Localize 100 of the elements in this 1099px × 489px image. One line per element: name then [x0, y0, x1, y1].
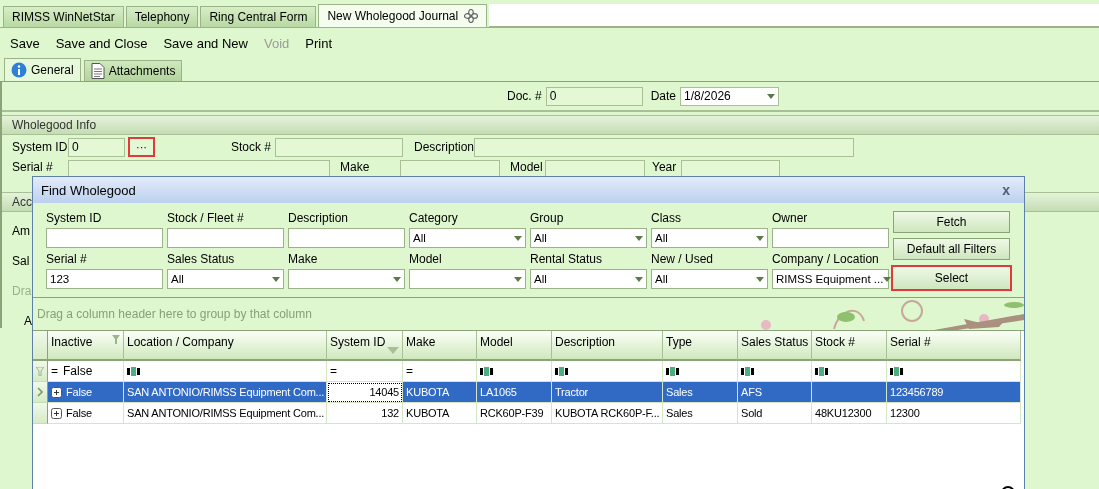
dropdown-caret-icon[interactable] — [635, 276, 643, 282]
expand-icon[interactable] — [51, 407, 62, 419]
filter-dropdown[interactable]: All — [409, 228, 526, 248]
expand-icon[interactable] — [51, 386, 62, 398]
filter-label: Company / Location — [772, 252, 880, 266]
field-label: Sal — [12, 254, 30, 268]
column-header[interactable]: A — [24, 314, 32, 328]
column-header[interactable]: Make — [403, 331, 477, 361]
filter-icon[interactable] — [112, 335, 120, 344]
filter-dropdown[interactable]: All — [651, 228, 768, 248]
stock-field[interactable] — [275, 137, 403, 157]
toolbar-button[interactable]: Save — [10, 33, 40, 54]
field-label: Model — [510, 160, 544, 174]
column-header[interactable]: Model — [477, 331, 552, 361]
table-cell[interactable]: AFS — [738, 382, 812, 403]
filter-dropdown[interactable]: All — [167, 269, 284, 289]
filter-dropdown[interactable]: RIMSS Equipment ... — [772, 269, 889, 289]
filter-label: New / Used — [651, 252, 715, 266]
dropdown-caret-icon[interactable] — [272, 276, 280, 282]
table-cell[interactable]: Tractor — [552, 382, 663, 403]
form-tab[interactable]: General — [4, 58, 81, 81]
table-cell[interactable]: SAN ANTONIO/RIMSS Equipment Com... — [124, 382, 327, 403]
doc-number-field[interactable]: 0 — [545, 86, 643, 106]
dropdown-caret-icon[interactable] — [514, 276, 522, 282]
table-cell[interactable]: Sales — [663, 403, 738, 424]
abc-icon — [127, 366, 141, 376]
field-label: Am — [12, 224, 30, 238]
column-header[interactable]: Sales Status — [738, 331, 812, 361]
table-cell[interactable]: 132 — [327, 403, 403, 424]
table-cell[interactable]: Sales — [663, 382, 738, 403]
column-header[interactable]: Inactive — [48, 331, 124, 361]
dropdown-caret-icon[interactable] — [393, 276, 401, 282]
filter-dropdown[interactable] — [288, 269, 405, 289]
dropdown-caret-icon[interactable] — [756, 235, 764, 241]
table-cell[interactable]: KUBOTA — [403, 382, 477, 403]
document-tab[interactable]: Telephony — [125, 6, 199, 27]
table-cell[interactable]: False — [48, 403, 124, 424]
table-cell[interactable]: KUBOTA RCK60P-F... — [552, 403, 663, 424]
dialog-button[interactable]: Default all Filters — [893, 238, 1010, 260]
filter-dropdown[interactable] — [409, 269, 526, 289]
dropdown-caret-icon[interactable] — [883, 276, 892, 282]
filter-label: Serial # — [46, 252, 88, 266]
table-cell[interactable]: 12300 — [887, 403, 1021, 424]
table-cell[interactable]: Sold — [738, 403, 812, 424]
table-cell[interactable]: 14045 — [327, 382, 403, 403]
toolbar-button[interactable]: Print — [305, 33, 333, 54]
table-cell[interactable]: 48KU12300 — [812, 403, 887, 424]
table-cell[interactable]: 123456789 — [887, 382, 1021, 403]
dropdown-caret-icon[interactable] — [767, 93, 776, 99]
toolbar-button[interactable]: Save and Close — [55, 33, 148, 54]
equals-operator[interactable]: = — [406, 364, 413, 378]
filter-dropdown[interactable]: All — [651, 269, 768, 289]
browse-button[interactable]: ··· — [128, 137, 155, 157]
group-hint: Dra — [12, 284, 32, 298]
column-header[interactable]: Type — [663, 331, 738, 361]
form-tab[interactable]: Attachments — [83, 60, 183, 81]
document-tab[interactable]: New Wholegood Journal — [318, 4, 488, 27]
column-header[interactable]: Stock # — [812, 331, 887, 361]
filter-field[interactable]: 123 — [46, 269, 163, 289]
filter-value: False — [63, 364, 93, 378]
filter-field[interactable] — [772, 228, 889, 248]
filter-field[interactable] — [46, 228, 163, 248]
toolbar-button[interactable]: Save and New — [163, 33, 248, 54]
system-id-field[interactable]: 0 — [68, 137, 125, 157]
table-cell[interactable]: RCK60P-F39 — [477, 403, 552, 424]
field-label: Description — [414, 140, 474, 154]
filter-field[interactable] — [288, 228, 405, 248]
dialog-button[interactable]: Fetch — [893, 211, 1010, 233]
dropdown-caret-icon[interactable] — [635, 235, 643, 241]
table-cell[interactable]: LA1065 — [477, 382, 552, 403]
filter-field[interactable] — [167, 228, 284, 248]
table-cell[interactable]: False — [48, 382, 124, 403]
document-tab[interactable]: RIMSS WinNetStar — [3, 6, 124, 27]
filter-label: Make — [288, 252, 319, 266]
filter-label: Description — [288, 211, 350, 225]
dialog-button[interactable]: Select — [891, 265, 1012, 291]
field-label: Stock # — [231, 140, 273, 154]
document-tab[interactable]: Ring Central Form — [200, 6, 317, 27]
column-header[interactable]: Description — [552, 331, 663, 361]
table-cell[interactable] — [812, 382, 887, 403]
filter-dropdown[interactable]: All — [530, 228, 647, 248]
abc-icon — [666, 366, 680, 376]
table-cell[interactable]: SAN ANTONIO/RIMSS Equipment Com... — [124, 403, 327, 424]
abc-icon — [480, 366, 494, 376]
description-field[interactable] — [474, 137, 854, 157]
date-field[interactable]: 1/8/2026 — [680, 86, 780, 106]
field-label: Date — [650, 89, 677, 103]
equals-operator[interactable]: = — [51, 364, 58, 378]
dropdown-caret-icon[interactable] — [514, 235, 522, 241]
filter-dropdown[interactable]: All — [530, 269, 647, 289]
column-header[interactable]: System ID — [327, 331, 403, 361]
field-label: Doc. # — [507, 89, 542, 103]
equals-operator[interactable]: = — [330, 364, 337, 378]
section-header: Wholegood Info — [2, 115, 1099, 135]
dropdown-caret-icon[interactable] — [756, 276, 764, 282]
column-header[interactable]: Serial # — [887, 331, 1021, 361]
column-header[interactable]: Location / Company — [124, 331, 327, 361]
table-cell[interactable]: KUBOTA — [403, 403, 477, 424]
filter-label: Group — [530, 211, 565, 225]
filter-label: Stock / Fleet # — [167, 211, 245, 225]
